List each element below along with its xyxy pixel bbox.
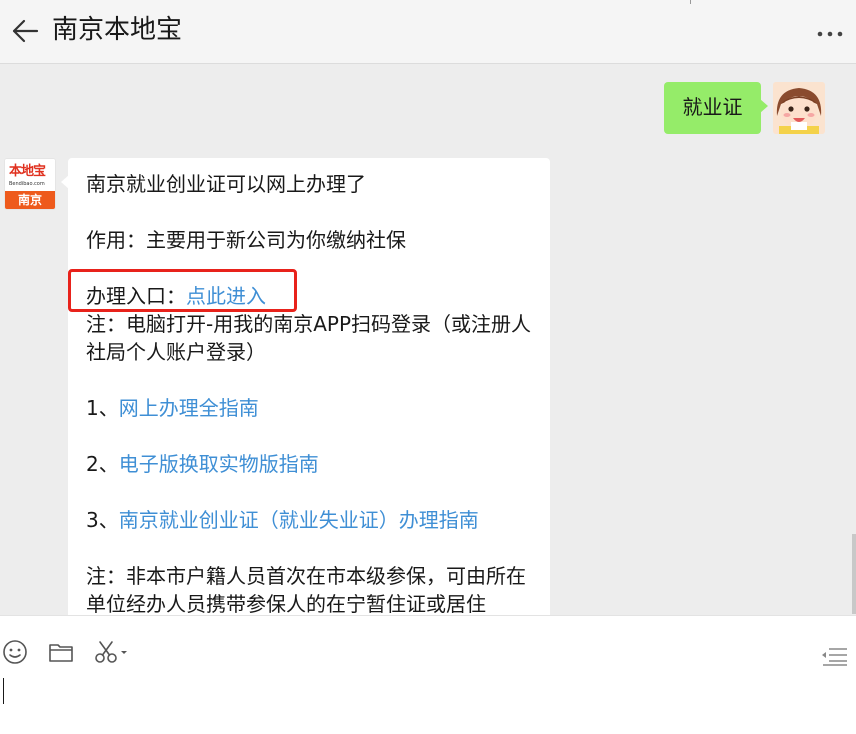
entry-highlight-box <box>68 269 297 312</box>
cartoon-girl-avatar-image <box>773 82 825 134</box>
outgoing-message-bubble[interactable]: 就业证 <box>664 82 768 134</box>
logo-area: 本地宝 Bendibao.com <box>5 159 55 192</box>
city-label: 南京 <box>5 191 55 209</box>
guide-link-online[interactable]: 网上办理全指南 <box>119 396 259 420</box>
guide-item-3: 3、南京就业创业证（就业失业证）办理指南 <box>86 506 536 534</box>
guide-number-1: 1、 <box>86 396 119 420</box>
official-account-avatar[interactable]: 本地宝 Bendibao.com 南京 <box>4 158 56 210</box>
guide-number-2: 2、 <box>86 452 119 476</box>
guide-item-1: 1、网上办理全指南 <box>86 394 536 422</box>
guide-link-nanjing[interactable]: 南京就业创业证（就业失业证）办理指南 <box>119 508 479 532</box>
outgoing-message-text: 就业证 <box>682 95 743 119</box>
more-options-icon[interactable] <box>816 30 844 38</box>
guide-number-3: 3、 <box>86 508 119 532</box>
chat-history-icon[interactable] <box>820 646 848 666</box>
user-avatar[interactable] <box>773 82 825 134</box>
incoming-message-bubble: 南京就业创业证可以网上办理了 作用：主要用于新公司为你缴纳社保 办理入口：点此进… <box>61 158 550 615</box>
chat-window: 南京本地宝 就业证 本地宝 Bendibao.com 南京 南京就业创业证可以网… <box>0 0 856 734</box>
text-input-cursor[interactable] <box>3 678 4 704</box>
chat-title: 南京本地宝 <box>52 15 183 45</box>
scrollbar-thumb[interactable] <box>852 534 856 614</box>
message-line-purpose: 作用：主要用于新公司为你缴纳社保 <box>86 228 406 252</box>
note-login: 注：电脑打开-用我的南京APP扫码登录（或注册人社局个人账户登录） <box>86 312 532 364</box>
message-list[interactable]: 就业证 本地宝 Bendibao.com 南京 南京就业创业证可以网上办理了 作… <box>0 64 856 615</box>
emoji-icon[interactable] <box>1 638 29 666</box>
back-arrow-icon[interactable] <box>10 16 40 46</box>
message-line-title: 南京就业创业证可以网上办理了 <box>86 172 366 196</box>
brand-logo-text: 本地宝 <box>9 164 46 179</box>
brand-site-text: Bendibao.com <box>9 181 45 187</box>
note-nonlocal: 注：非本市户籍人员首次在市本级参保，可由所在单位经办人员携带参保人的在宁暂住证或… <box>86 564 526 615</box>
header-divider-mark <box>690 0 691 4</box>
folder-icon[interactable] <box>47 638 75 666</box>
guide-link-physical[interactable]: 电子版换取实物版指南 <box>119 452 319 476</box>
scissors-icon[interactable] <box>92 638 130 666</box>
chat-header: 南京本地宝 <box>0 0 856 64</box>
input-area <box>0 615 856 734</box>
guide-item-2: 2、电子版换取实物版指南 <box>86 450 536 478</box>
